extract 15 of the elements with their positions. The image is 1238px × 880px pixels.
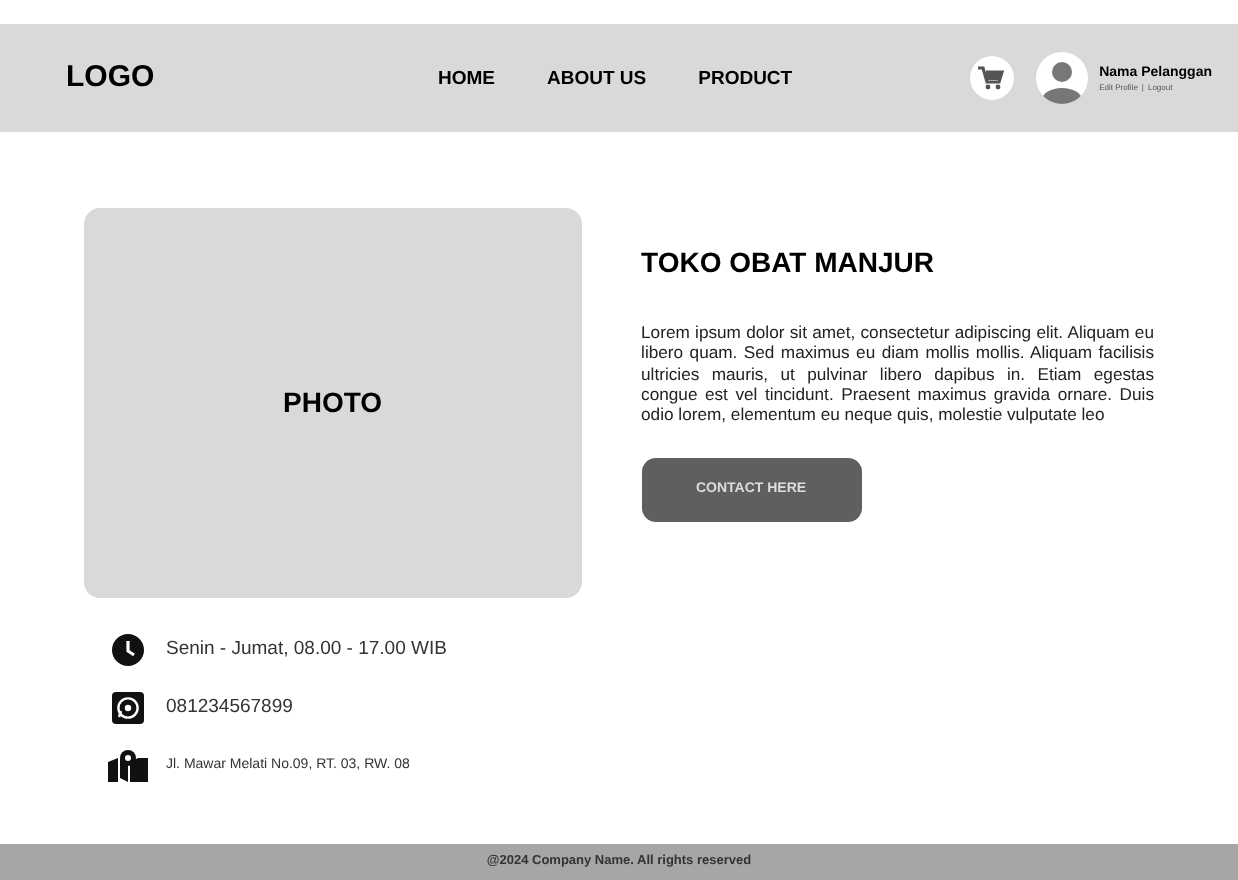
- nav-link[interactable]: HOME: [438, 65, 495, 95]
- logo[interactable]: LOGO: [66, 55, 438, 101]
- nav-link[interactable]: ABOUT US: [547, 65, 647, 95]
- clock-icon: [112, 634, 144, 666]
- contact-text: Senin - Jumat, 08.00 - 17.00 WIB: [166, 635, 447, 664]
- map-pin-icon: [108, 750, 148, 782]
- avatar[interactable]: [1035, 52, 1088, 104]
- contact-text: 081234567899: [166, 693, 293, 722]
- photo-label: PHOTO: [283, 384, 383, 422]
- description: Lorem ipsum dolor sit amet, consectetur adipiscing elit. Aliquam eu libero quam. Sed maximus eu diam mollis mollis. Aliquam facilisis ultricies mauris, ut pulvinar libero dapibus in. Etiam egestas congue est vel tincidunt. Praesent maximus gravida ornare. Duis odio lorem, elementum eu neque quis, molestie vulputate leo: [641, 322, 1154, 425]
- cart-icon: [978, 66, 1005, 90]
- chat-icon: [112, 692, 144, 724]
- shop-title: TOKO OBAT MANJUR: [641, 244, 937, 282]
- cart-button[interactable]: [969, 56, 1014, 100]
- nav-link[interactable]: PRODUCT: [698, 65, 793, 95]
